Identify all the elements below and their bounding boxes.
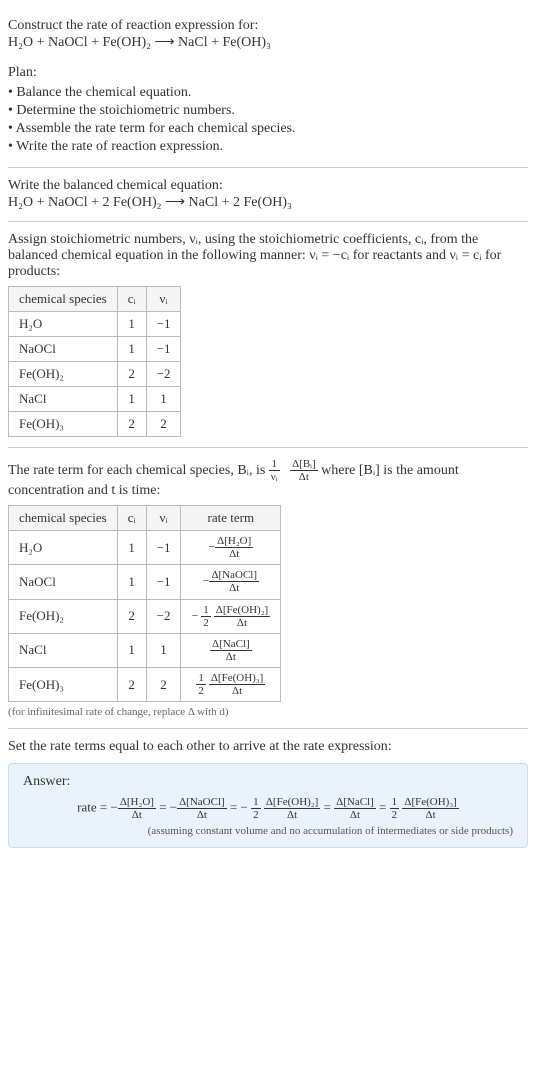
col-species: chemical species bbox=[9, 287, 118, 312]
col-vi: νᵢ bbox=[146, 287, 181, 312]
table-row: NaCl11 bbox=[9, 387, 181, 412]
plan-item: • Write the rate of reaction expression. bbox=[8, 139, 528, 155]
final-title: Set the rate terms equal to each other t… bbox=[8, 739, 528, 755]
plan-list: • Balance the chemical equation. • Deter… bbox=[8, 85, 528, 155]
stoich-section: Assign stoichiometric numbers, νᵢ, using… bbox=[8, 222, 528, 448]
intro-equation: H₂O + NaOCl + Fe(OH)₂ ⟶ NaCl + Fe(OH)₃ bbox=[8, 34, 528, 51]
answer-label: Answer: bbox=[23, 774, 513, 790]
rate-cell-1: −Δ[NaOCl]Δt bbox=[181, 565, 281, 599]
plan-label: Plan: bbox=[8, 65, 528, 81]
rateterm-table: chemical species cᵢ νᵢ rate term H₂O1−1−… bbox=[8, 505, 281, 702]
rate-expression: rate = −Δ[H₂O]Δt = −Δ[NaOCl]Δt = − 12 Δ[… bbox=[23, 796, 513, 821]
rateterm-section: The rate term for each chemical species,… bbox=[8, 448, 528, 729]
plan-item: • Balance the chemical equation. bbox=[8, 85, 528, 101]
table-row: Fe(OH)₃22 12 Δ[Fe(OH)₃]Δt bbox=[9, 667, 281, 701]
plan-item: • Assemble the rate term for each chemic… bbox=[8, 121, 528, 137]
rate-cell-4: 12 Δ[Fe(OH)₃]Δt bbox=[181, 667, 281, 701]
table-row: Fe(OH)₂2−2 bbox=[9, 362, 181, 387]
col-rate: rate term bbox=[181, 506, 281, 531]
one-over-nu: 1νᵢ bbox=[269, 458, 280, 483]
balanced-section: Write the balanced chemical equation: H₂… bbox=[8, 168, 528, 222]
assumption-note: (assuming constant volume and no accumul… bbox=[23, 825, 513, 837]
table-row: H₂O1−1 bbox=[9, 312, 181, 337]
balanced-equation: H₂O + NaOCl + 2 Fe(OH)₂ ⟶ NaCl + 2 Fe(OH… bbox=[8, 194, 528, 211]
table-row: NaCl11Δ[NaCl]Δt bbox=[9, 633, 281, 667]
col-vi: νᵢ bbox=[146, 506, 181, 531]
col-species: chemical species bbox=[9, 506, 118, 531]
table-row: NaOCl1−1 bbox=[9, 337, 181, 362]
stoich-table: chemical species cᵢ νᵢ H₂O1−1 NaOCl1−1 F… bbox=[8, 286, 181, 437]
intro-section: Construct the rate of reaction expressio… bbox=[8, 8, 528, 168]
plan-item: • Determine the stoichiometric numbers. bbox=[8, 103, 528, 119]
table-row: Fe(OH)₂2−2− 12 Δ[Fe(OH)₂]Δt bbox=[9, 599, 281, 633]
dBi-over-dt: Δ[Bᵢ]Δt bbox=[290, 458, 318, 483]
rate-cell-3: Δ[NaCl]Δt bbox=[181, 633, 281, 667]
rate-cell-0: −Δ[H₂O]Δt bbox=[181, 531, 281, 565]
answer-box: Answer: rate = −Δ[H₂O]Δt = −Δ[NaOCl]Δt =… bbox=[8, 763, 528, 848]
rateterm-text: The rate term for each chemical species,… bbox=[8, 458, 528, 499]
col-ci: cᵢ bbox=[117, 287, 146, 312]
rate-cell-2: − 12 Δ[Fe(OH)₂]Δt bbox=[181, 599, 281, 633]
infinitesimal-note: (for infinitesimal rate of change, repla… bbox=[8, 706, 528, 718]
intro-title: Construct the rate of reaction expressio… bbox=[8, 18, 528, 34]
final-section: Set the rate terms equal to each other t… bbox=[8, 729, 528, 858]
stoich-text: Assign stoichiometric numbers, νᵢ, using… bbox=[8, 232, 528, 280]
balanced-title: Write the balanced chemical equation: bbox=[8, 178, 528, 194]
table-row: H₂O1−1−Δ[H₂O]Δt bbox=[9, 531, 281, 565]
col-ci: cᵢ bbox=[117, 506, 146, 531]
table-row: Fe(OH)₃22 bbox=[9, 412, 181, 437]
table-row: NaOCl1−1−Δ[NaOCl]Δt bbox=[9, 565, 281, 599]
